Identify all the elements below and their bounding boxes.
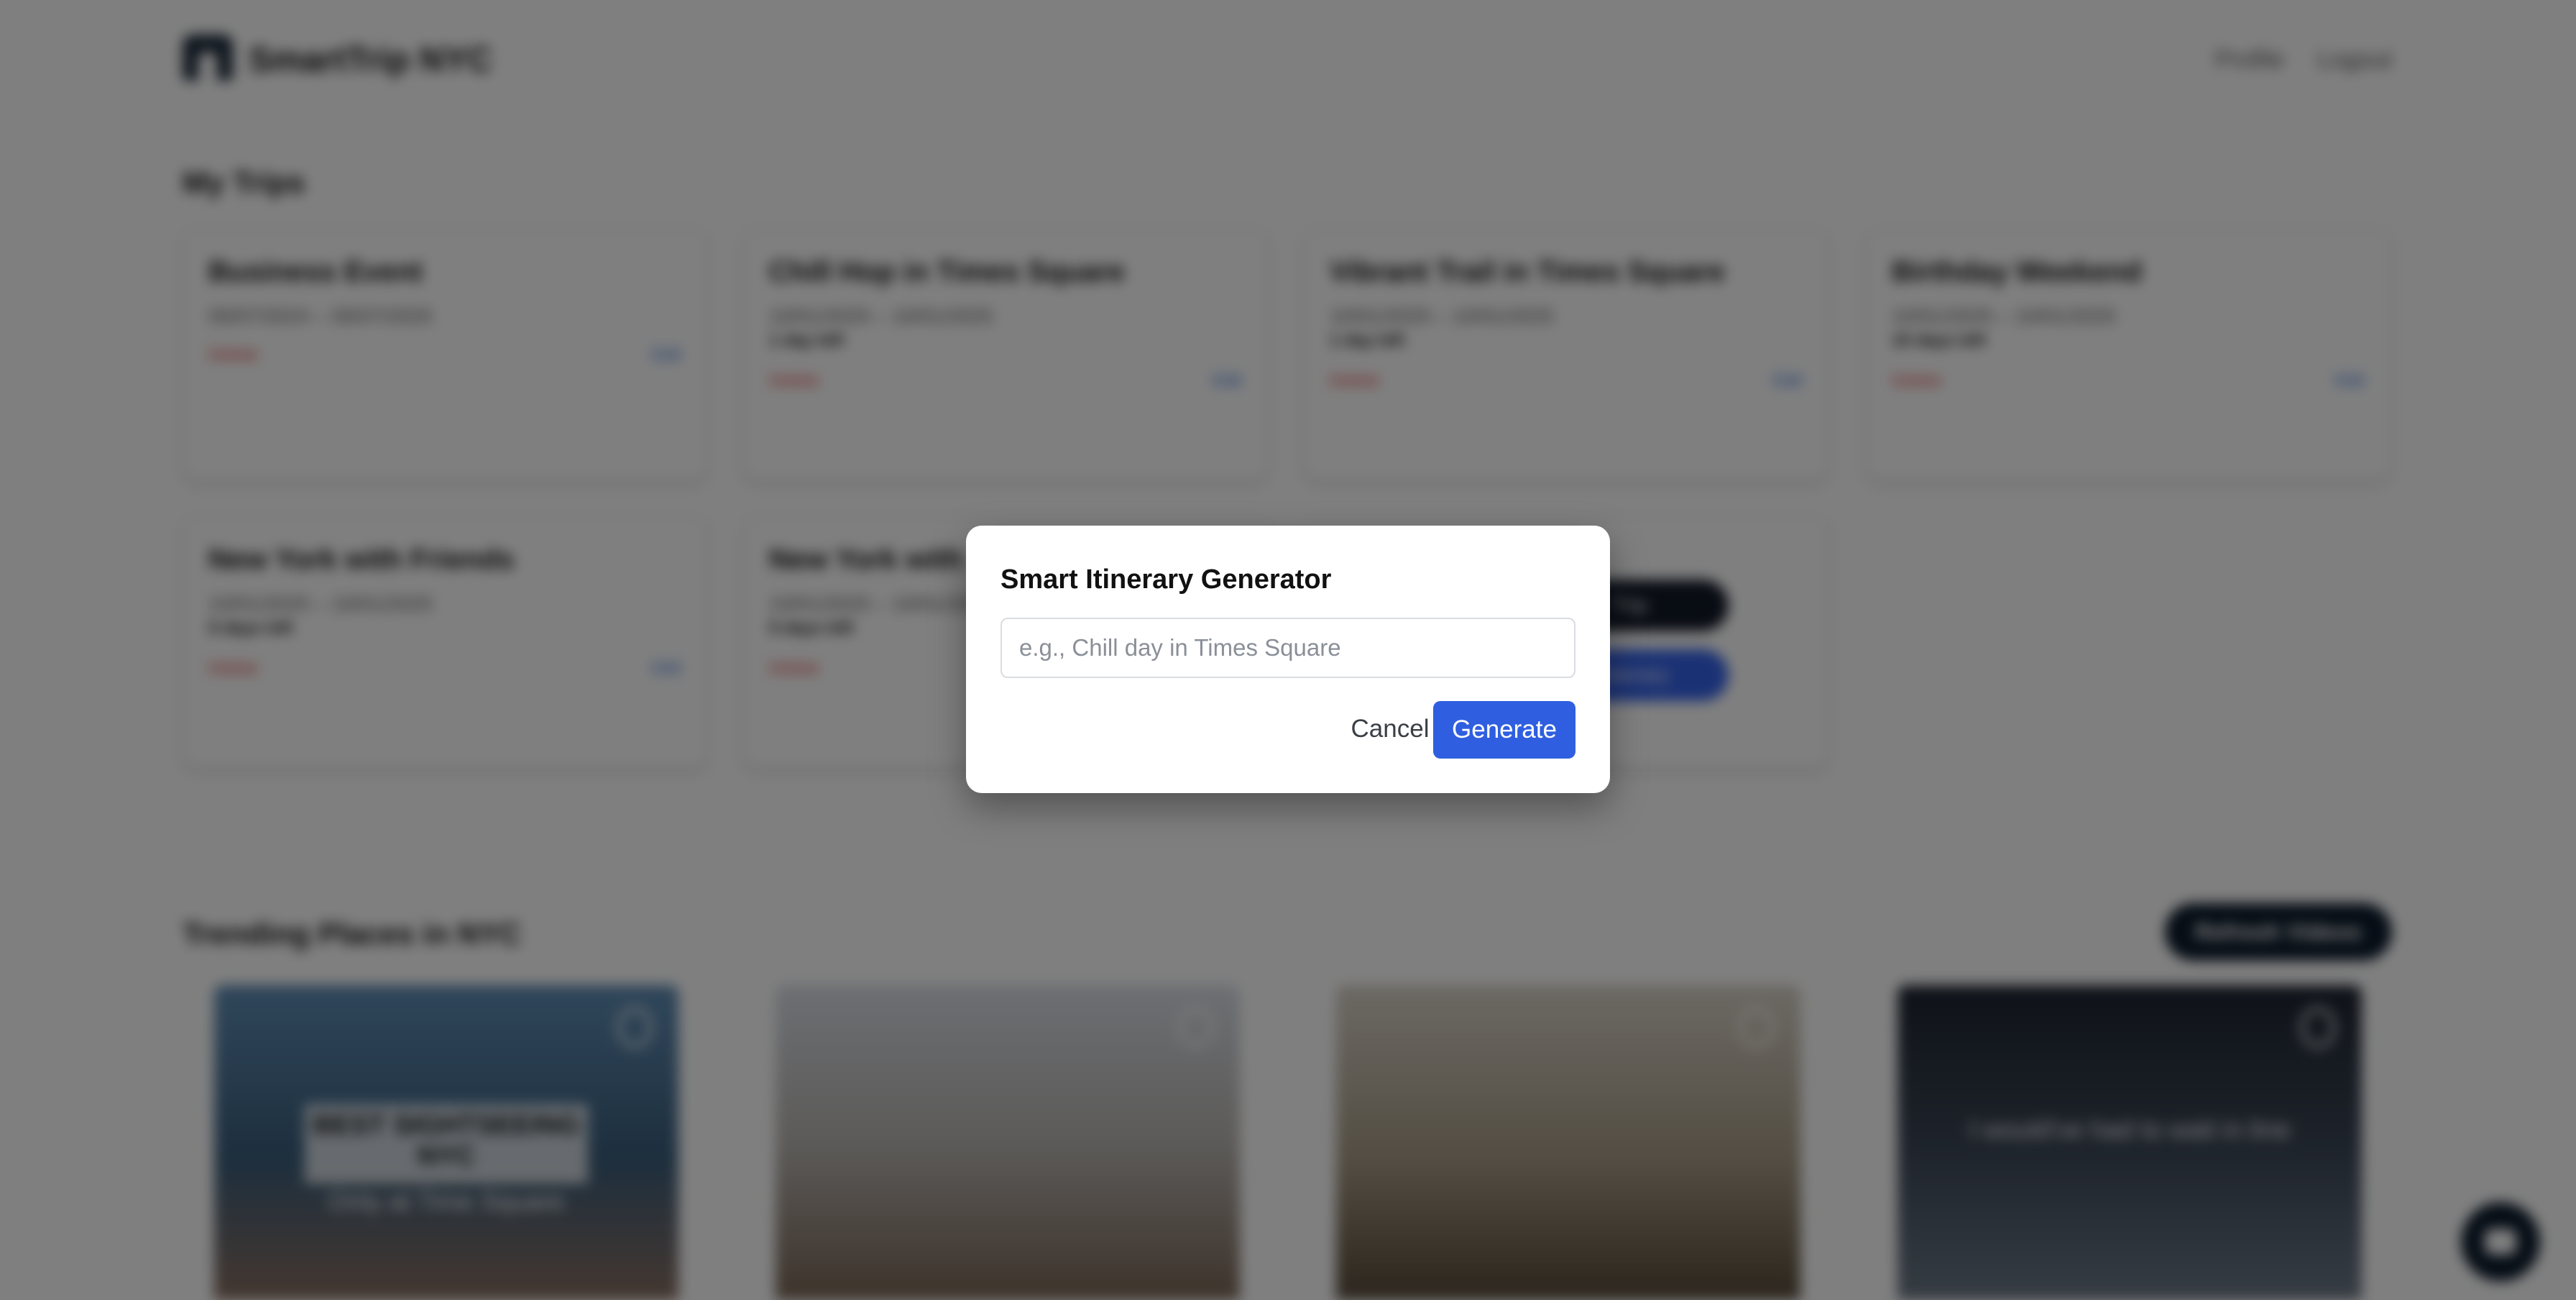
itinerary-prompt-input[interactable] [1000, 618, 1576, 678]
generate-button[interactable]: Generate [1433, 701, 1576, 759]
itinerary-generator-dialog: Smart Itinerary Generator Cancel Generat… [966, 526, 1610, 793]
cancel-button[interactable]: Cancel [1347, 700, 1433, 759]
dialog-title: Smart Itinerary Generator [1000, 564, 1332, 595]
